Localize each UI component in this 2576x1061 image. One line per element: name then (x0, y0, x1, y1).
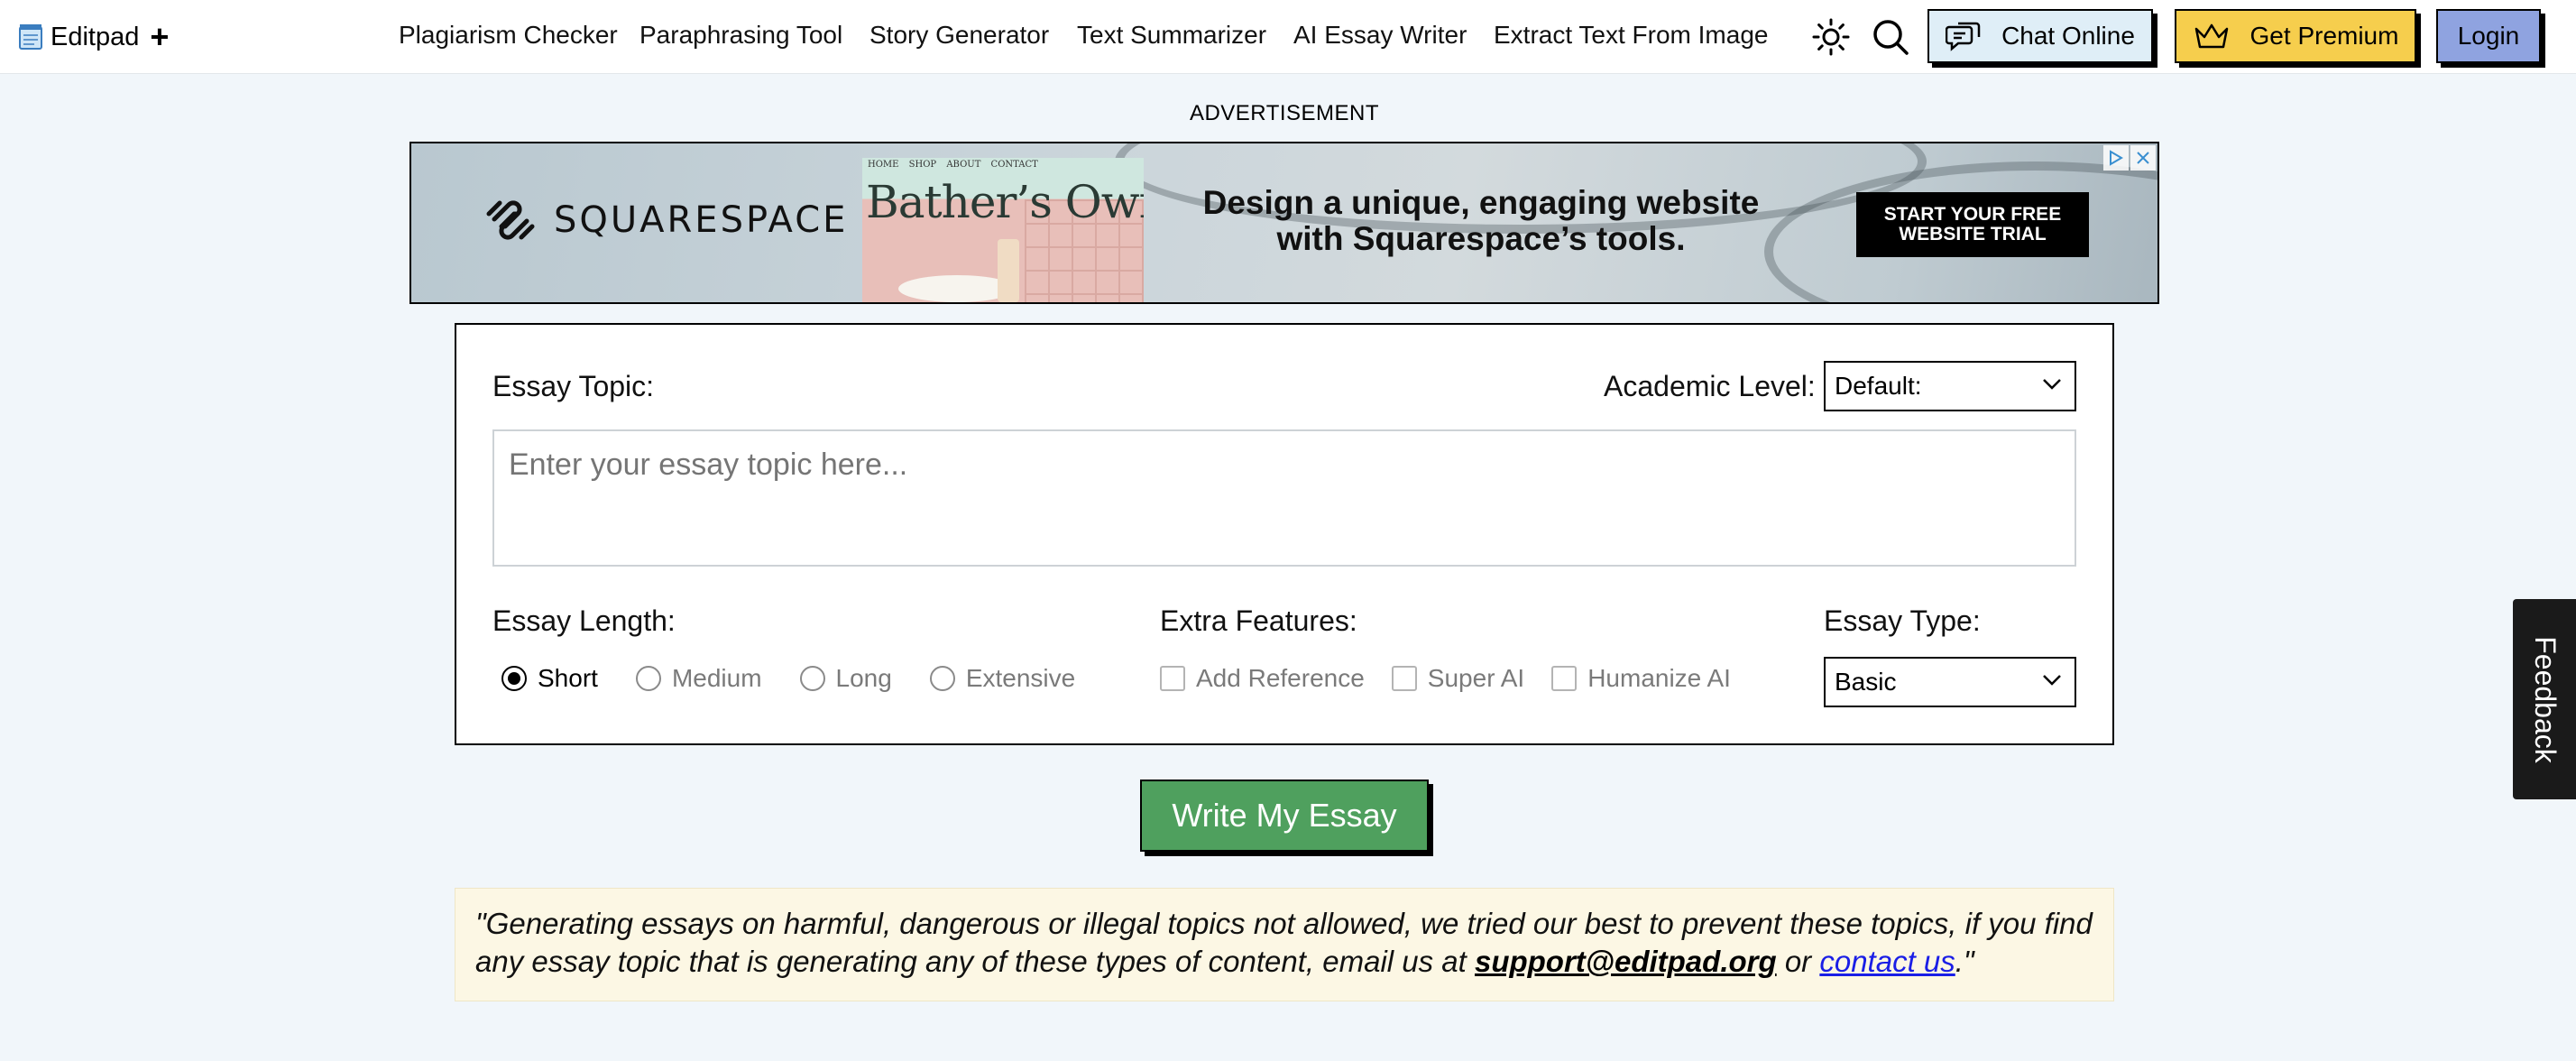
essay-length-options: Short Medium Long Extensive (501, 664, 1075, 693)
ad-product-image: HOME SHOP ABOUT CONTACT Bather’s Own (862, 158, 1144, 302)
feature-label: Super AI (1427, 664, 1525, 692)
nav-story-generator[interactable]: Story Generator (869, 21, 1049, 50)
nav-text-summarizer[interactable]: Text Summarizer (1077, 21, 1266, 50)
feature-add-reference[interactable]: Add Reference (1160, 664, 1365, 693)
length-option-label: Long (835, 664, 892, 692)
checkbox[interactable] (1551, 666, 1578, 691)
get-premium-button[interactable]: Get Premium (2175, 9, 2416, 63)
support-email-link[interactable]: support@editpad.org (1475, 945, 1777, 978)
search-button[interactable] (1869, 16, 1912, 58)
feedback-label: Feedback (2528, 635, 2562, 763)
ad-headline-line-2: with Squarespace’s tools. (1276, 220, 1686, 257)
chevron-down-icon (2043, 675, 2061, 686)
crown-icon (2193, 22, 2231, 51)
academic-level-label: Academic Level: (1604, 370, 1816, 402)
write-my-essay-label: Write My Essay (1172, 797, 1397, 834)
length-option-label: Extensive (965, 664, 1076, 692)
squarespace-icon (486, 200, 535, 240)
chat-online-label: Chat Online (2001, 22, 2135, 50)
write-my-essay-button[interactable]: Write My Essay (1140, 780, 1429, 852)
feature-label: Humanize AI (1587, 664, 1731, 692)
ad-brand-name: SQUARESPACE (554, 199, 849, 241)
notice-text: or (1776, 945, 1820, 978)
length-option-label: Short (538, 664, 598, 692)
length-option-short[interactable]: Short (501, 664, 598, 693)
ad-headline-line-1: Design a unique, engaging website (1202, 184, 1760, 221)
chat-online-button[interactable]: Chat Online (1927, 9, 2153, 63)
nav-ai-essay-writer[interactable]: AI Essay Writer (1293, 21, 1467, 50)
advertisement-banner[interactable]: SQUARESPACE HOME SHOP ABOUT CONTACT Bath… (409, 142, 2159, 304)
chat-icon (1946, 20, 1982, 52)
feature-super-ai[interactable]: Super AI (1391, 664, 1525, 693)
ad-cta-line-2: WEBSITE TRIAL (1899, 224, 2047, 244)
top-header: Editpad + Plagiarism Checker Paraphrasin… (0, 0, 2576, 74)
radio-unselected[interactable] (635, 666, 661, 691)
extra-features-options: Add Reference Super AI Humanize AI (1160, 664, 1731, 693)
essay-topic-label: Essay Topic: (492, 370, 655, 402)
checkbox[interactable] (1160, 666, 1185, 691)
login-button[interactable]: Login (2436, 9, 2541, 63)
ad-choices-icon[interactable] (2103, 145, 2129, 171)
ad-cta-button[interactable]: START YOUR FREE WEBSITE TRIAL (1856, 192, 2089, 257)
sun-icon (1812, 18, 1850, 56)
checkbox[interactable] (1391, 666, 1417, 691)
essay-topic-input[interactable] (492, 429, 2076, 567)
search-icon (1873, 20, 1909, 55)
feedback-tab[interactable]: Feedback (2513, 599, 2576, 799)
academic-level-value: Default: (1835, 372, 1922, 400)
ad-cta-line-1: START YOUR FREE (1883, 204, 2062, 225)
login-label: Login (2457, 22, 2520, 50)
advertisement-label: ADVERTISEMENT (1189, 101, 1380, 125)
radio-unselected[interactable] (929, 666, 955, 691)
ad-headline: Design a unique, engaging website with S… (1192, 185, 1770, 257)
essay-form: Essay Topic: Academic Level: Default: Es… (455, 323, 2114, 745)
nav-paraphrasing-tool[interactable]: Paraphrasing Tool (639, 21, 842, 50)
ad-choices (2103, 145, 2156, 171)
essay-length-label: Essay Length: (492, 604, 676, 637)
ad-photo-tube (998, 239, 1019, 302)
nav-plagiarism-checker[interactable]: Plagiarism Checker (399, 21, 618, 50)
extra-features-label: Extra Features: (1160, 604, 1357, 637)
contact-us-link[interactable]: contact us (1819, 945, 1955, 978)
feature-humanize-ai[interactable]: Humanize AI (1551, 664, 1731, 693)
chevron-down-icon (2043, 379, 2061, 390)
theme-toggle[interactable] (1809, 16, 1853, 58)
notice-text: ." (1955, 945, 1974, 978)
ad-photo-nav: HOME SHOP ABOUT CONTACT (868, 160, 1038, 170)
feature-label: Add Reference (1196, 664, 1365, 692)
length-option-label: Medium (671, 664, 762, 692)
essay-type-value: Basic (1835, 668, 1897, 696)
academic-level-select[interactable]: Default: (1824, 361, 2076, 411)
get-premium-label: Get Premium (2249, 22, 2399, 50)
ad-photo-title: Bather’s Own (866, 176, 1144, 228)
squarespace-logo: SQUARESPACE (483, 198, 848, 243)
length-option-extensive[interactable]: Extensive (929, 664, 1076, 693)
content-policy-notice: "Generating essays on harmful, dangerous… (455, 888, 2114, 1001)
radio-unselected[interactable] (799, 666, 825, 691)
nav-extract-text-from-image[interactable]: Extract Text From Image (1494, 21, 1768, 50)
length-option-long[interactable]: Long (799, 664, 892, 693)
essay-type-select[interactable]: Basic (1824, 657, 2076, 707)
radio-selected[interactable] (501, 666, 527, 691)
length-option-medium[interactable]: Medium (635, 664, 762, 693)
ad-close-icon[interactable] (2130, 145, 2156, 171)
essay-type-label: Essay Type: (1824, 604, 1981, 637)
